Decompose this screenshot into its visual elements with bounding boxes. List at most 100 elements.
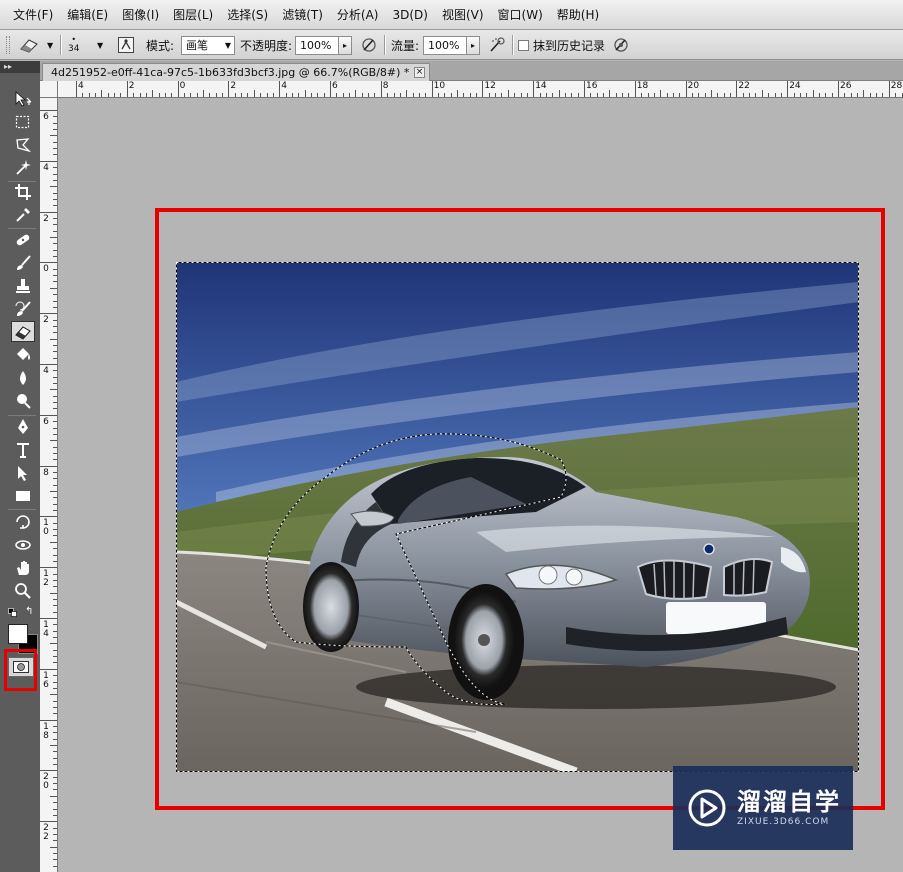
ruler-minor-tick <box>53 529 57 531</box>
ruler-major-tick <box>40 821 57 823</box>
ruler-minor-tick <box>50 287 57 289</box>
rectangle-tool-icon[interactable] <box>11 485 35 506</box>
tablet-pressure-toggle[interactable] <box>612 30 630 60</box>
ruler-minor-tick <box>50 592 57 594</box>
menu-window[interactable]: 窗口(W) <box>491 6 550 23</box>
ruler-minor-tick <box>755 93 757 97</box>
healing-brush-tool-icon[interactable] <box>11 229 35 250</box>
ruler-minor-tick <box>53 522 57 524</box>
options-bar-grip[interactable] <box>6 36 10 54</box>
ruler-minor-tick <box>53 383 57 385</box>
menu-edit[interactable]: 编辑(E) <box>60 6 115 23</box>
ruler-minor-tick <box>622 93 624 97</box>
ruler-origin[interactable] <box>40 81 58 98</box>
ruler-minor-tick <box>53 827 57 829</box>
3d-rotate-tool-icon[interactable] <box>11 511 35 532</box>
menu-help[interactable]: 帮助(H) <box>550 6 606 23</box>
menu-image[interactable]: 图像(I) <box>115 6 166 23</box>
type-tool-icon[interactable] <box>11 439 35 460</box>
opacity-label: 不透明度: <box>240 38 293 53</box>
document-canvas[interactable] <box>176 262 859 772</box>
ruler-minor-tick <box>241 93 243 97</box>
brush-size: 34 <box>68 44 80 54</box>
opacity-pressure-toggle[interactable] <box>360 30 378 60</box>
eyedropper-tool-icon[interactable] <box>11 204 35 225</box>
ruler-minor-tick <box>53 141 57 143</box>
ruler-minor-tick <box>495 93 497 97</box>
ruler-minor-tick <box>552 93 554 97</box>
menu-analysis[interactable]: 分析(A) <box>330 6 386 23</box>
clone-stamp-tool-icon[interactable] <box>11 275 35 296</box>
ruler-minor-tick <box>53 205 57 207</box>
hand-tool-icon[interactable] <box>11 557 35 578</box>
eraser-tool-icon[interactable] <box>11 321 35 342</box>
3d-orbit-tool-icon[interactable] <box>11 534 35 555</box>
menu-filter[interactable]: 滤镜(T) <box>275 6 330 23</box>
brush-panel-toggle[interactable] <box>117 30 135 60</box>
pen-tool-icon[interactable] <box>11 416 35 437</box>
menu-file[interactable]: 文件(F) <box>6 6 60 23</box>
airbrush-toggle[interactable] <box>488 30 506 60</box>
ruler-minor-tick <box>145 93 147 97</box>
mode-select[interactable]: 画笔 ▼ <box>181 35 235 55</box>
foreground-color-swatch[interactable] <box>8 624 28 644</box>
horizontal-ruler[interactable]: 4 2 0 2 4 6 8 10 12 14 16 18 20 22 24 26 28 <box>58 81 903 98</box>
menu-select[interactable]: 选择(S) <box>220 6 275 23</box>
pressure-icon <box>362 38 376 52</box>
zoom-tool-icon[interactable] <box>11 580 35 601</box>
menu-layer[interactable]: 图层(L) <box>166 6 220 23</box>
history-brush-tool-icon[interactable] <box>11 298 35 319</box>
tool-preset-picker[interactable]: ▼ <box>18 30 53 60</box>
lasso-tool-icon[interactable] <box>11 134 35 155</box>
default-colors-icon[interactable] <box>8 608 17 617</box>
brush-picker[interactable]: • 34 <box>68 30 79 60</box>
menu-view[interactable]: 视图(V) <box>435 6 491 23</box>
ruler-minor-tick <box>387 93 389 97</box>
opacity-input[interactable]: 100% <box>295 35 339 55</box>
quick-selection-tool-icon[interactable] <box>11 157 35 178</box>
ruler-minor-tick <box>806 93 808 97</box>
ruler-minor-tick <box>768 93 770 97</box>
crop-tool-icon[interactable] <box>11 181 35 202</box>
ruler-minor-tick <box>342 93 344 97</box>
ruler-label: 0 <box>43 264 49 275</box>
dodge-tool-icon[interactable] <box>11 390 35 411</box>
ruler-label: 4 <box>43 162 49 173</box>
path-selection-tool-icon[interactable] <box>11 462 35 483</box>
toolbox-header[interactable]: ▸▸ <box>0 61 40 73</box>
swap-colors-icon[interactable]: ↰ <box>25 606 33 617</box>
ruler-minor-tick <box>50 541 57 543</box>
marquee-tool-icon[interactable] <box>11 111 35 132</box>
ruler-minor-tick <box>53 548 57 550</box>
ruler-minor-tick <box>53 300 57 302</box>
document-tab[interactable]: 4d251952-e0ff-41ca-97c5-1b633fd3bcf3.jpg… <box>42 63 430 81</box>
flow-input[interactable]: 100% <box>423 35 467 55</box>
move-tool-icon[interactable] <box>11 88 35 109</box>
ruler-minor-tick <box>691 93 693 97</box>
ruler-major-tick <box>40 313 57 315</box>
ruler-minor-tick <box>53 478 57 480</box>
brush-picker-arrow[interactable]: ▼ <box>97 30 103 60</box>
ruler-major-tick <box>431 81 433 97</box>
ruler-minor-tick <box>336 93 338 97</box>
flow-label: 流量: <box>391 38 420 53</box>
ruler-minor-tick <box>310 93 312 97</box>
ruler-minor-tick <box>647 93 649 97</box>
ruler-minor-tick <box>704 93 706 97</box>
brush-tool-icon[interactable] <box>11 252 35 273</box>
blur-tool-icon[interactable] <box>11 367 35 388</box>
ruler-minor-tick <box>609 90 611 97</box>
close-icon[interactable]: × <box>414 67 425 78</box>
ruler-minor-tick <box>50 389 57 391</box>
ruler-minor-tick <box>53 256 57 258</box>
vertical-ruler[interactable]: 6420246810121416182022 <box>40 98 58 872</box>
ruler-minor-tick <box>53 630 57 632</box>
flow-slider-button[interactable]: ▸ <box>467 35 480 55</box>
ruler-minor-tick <box>53 776 57 778</box>
paint-bucket-tool-icon[interactable] <box>11 344 35 365</box>
erase-history-checkbox[interactable]: 抹到历史记录 <box>518 30 605 60</box>
menu-3d[interactable]: 3D(D) <box>385 8 434 22</box>
ruler-minor-tick <box>53 351 57 353</box>
opacity-slider-button[interactable]: ▸ <box>339 35 352 55</box>
chevron-down-icon: ▼ <box>224 40 231 50</box>
